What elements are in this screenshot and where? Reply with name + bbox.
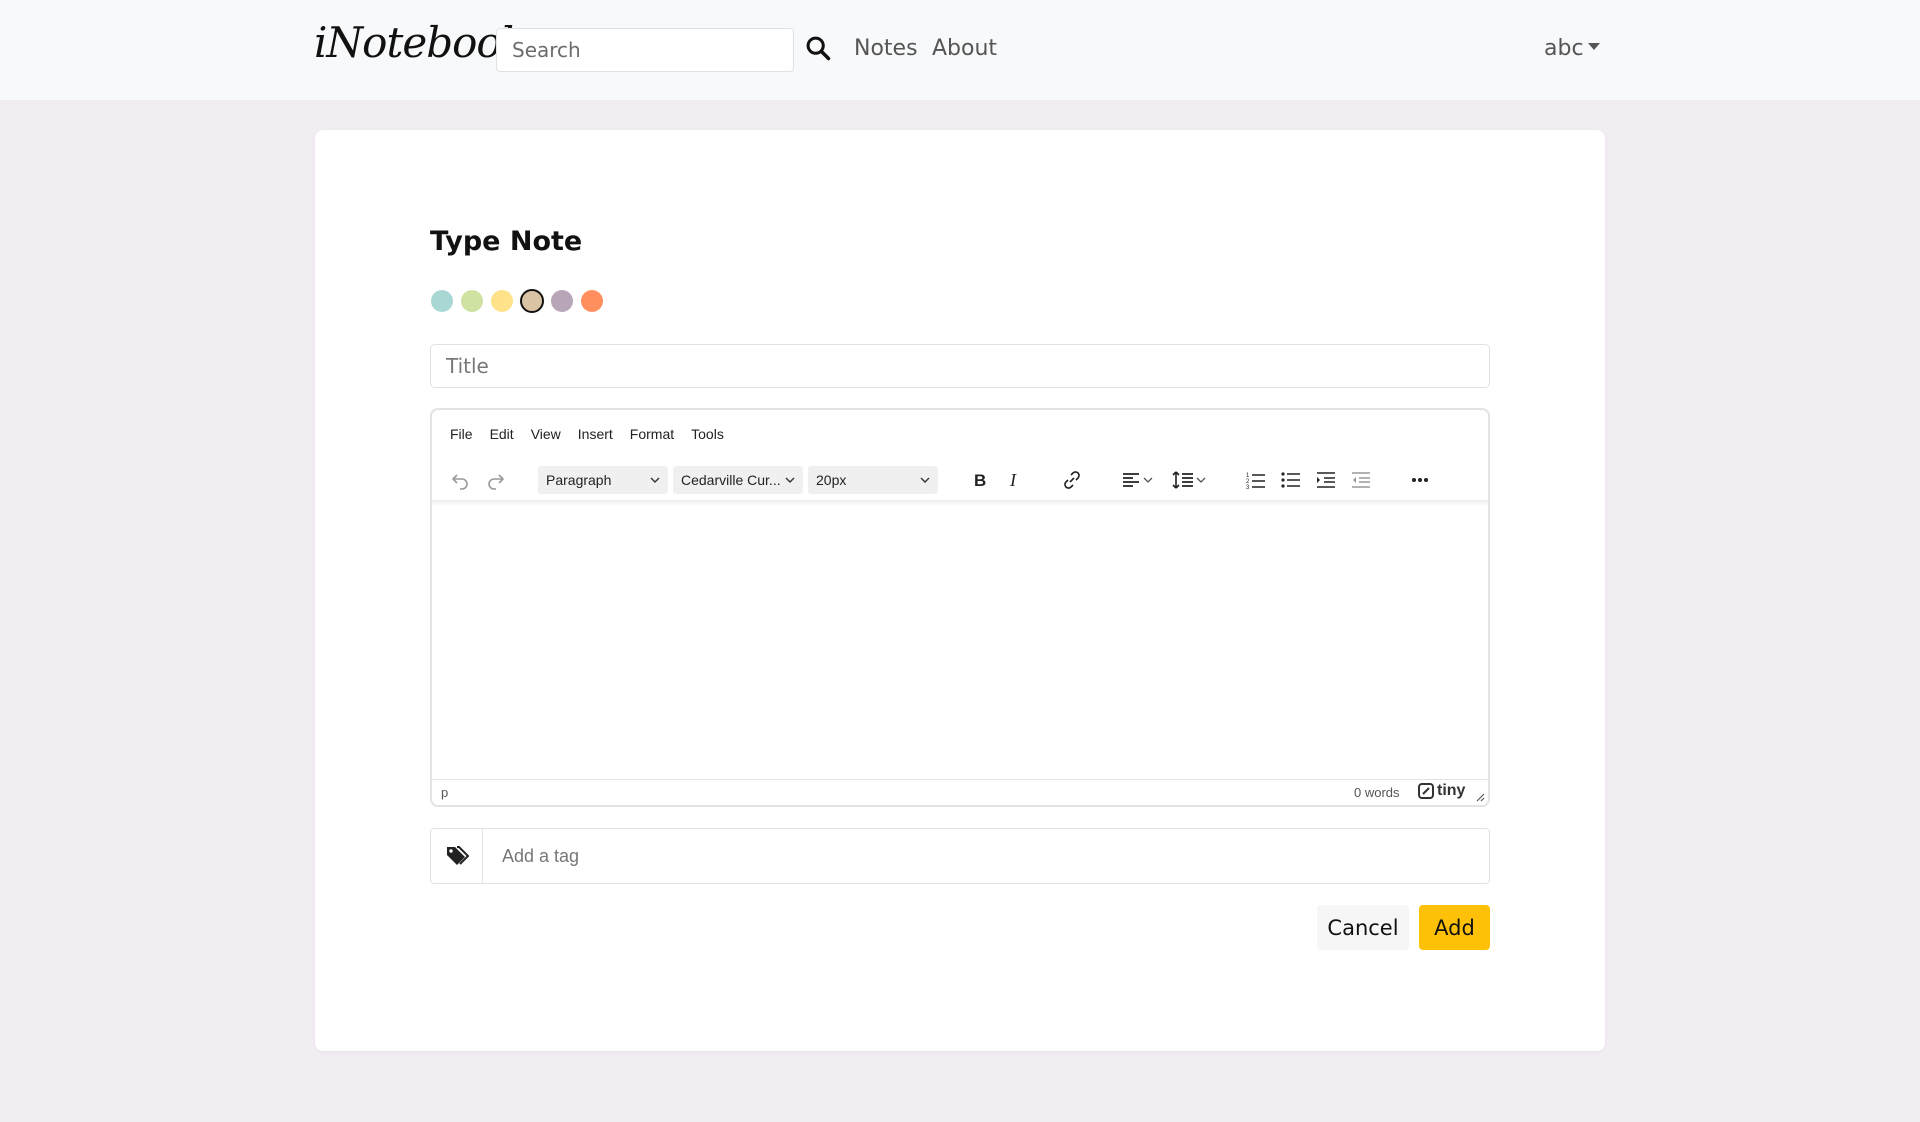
svg-text:I: I [1009,470,1017,490]
menu-view[interactable]: View [531,426,561,446]
element-path[interactable]: p [441,785,448,800]
tiny-brand-label: tiny [1437,782,1466,799]
tags-icon [431,829,483,883]
font-family-value: Cedarville Cur... [681,472,781,488]
tag-input[interactable] [483,829,1489,883]
more-icon[interactable] [1408,468,1432,492]
color-swatch[interactable] [461,290,483,312]
menu-insert[interactable]: Insert [578,426,613,446]
word-count[interactable]: 0 words [1354,785,1400,800]
link-icon[interactable] [1060,468,1084,492]
rich-text-editor: File Edit View Insert Format Tools Parag… [430,408,1490,807]
resize-handle-icon[interactable] [1475,792,1485,802]
color-swatch[interactable] [491,290,513,312]
menu-tools[interactable]: Tools [691,426,724,446]
editor-statusbar: p 0 words tiny [432,779,1488,805]
nav-link-about[interactable]: About [932,36,997,61]
navbar: iNotebook Notes About abc [0,0,1920,100]
align-left-icon[interactable] [1121,468,1155,492]
editor-menubar: File Edit View Insert Format Tools [450,426,741,446]
brand-logo[interactable]: iNotebook [314,18,526,67]
svg-text:B: B [974,471,986,490]
editor-content-area[interactable] [432,506,1488,781]
svg-text:3: 3 [1246,485,1250,490]
block-format-select[interactable]: Paragraph [538,466,668,494]
block-format-value: Paragraph [546,472,612,488]
add-button[interactable]: Add [1419,905,1490,950]
search-icon[interactable] [804,34,834,64]
color-swatch[interactable] [551,290,573,312]
caret-down-icon [1587,42,1600,50]
chevron-down-icon [785,477,795,483]
indent-icon[interactable] [1314,468,1338,492]
bold-icon[interactable]: B [968,468,992,492]
bullet-list-icon[interactable] [1279,468,1303,492]
page-title: Type Note [430,226,583,257]
title-input[interactable] [430,344,1490,388]
menu-file[interactable]: File [450,426,473,446]
undo-icon[interactable] [448,468,472,492]
font-size-select[interactable]: 20px [808,466,938,494]
nav-link-notes[interactable]: Notes [854,36,918,61]
font-size-value: 20px [816,472,847,488]
tag-input-group [430,828,1490,884]
color-swatch[interactable] [431,290,453,312]
line-height-icon[interactable] [1171,468,1207,492]
user-dropdown[interactable]: abc [1544,36,1600,61]
user-name: abc [1544,36,1584,61]
numbered-list-icon[interactable]: 123 [1244,468,1268,492]
search-input[interactable] [496,28,794,72]
italic-icon[interactable]: I [1003,468,1027,492]
outdent-icon[interactable] [1349,468,1373,492]
editor-toolbar: Paragraph Cedarville Cur... 20px B I 123 [432,458,1488,500]
chevron-down-icon [920,477,930,483]
redo-icon[interactable] [484,468,508,492]
color-swatch[interactable] [581,290,603,312]
menu-edit[interactable]: Edit [490,426,514,446]
cancel-button[interactable]: Cancel [1317,905,1409,950]
tiny-logo-icon [1418,783,1434,799]
menu-format[interactable]: Format [630,426,674,446]
font-family-select[interactable]: Cedarville Cur... [673,466,803,494]
tiny-brand[interactable]: tiny [1418,782,1465,800]
chevron-down-icon [650,477,660,483]
color-swatch[interactable] [520,289,544,313]
